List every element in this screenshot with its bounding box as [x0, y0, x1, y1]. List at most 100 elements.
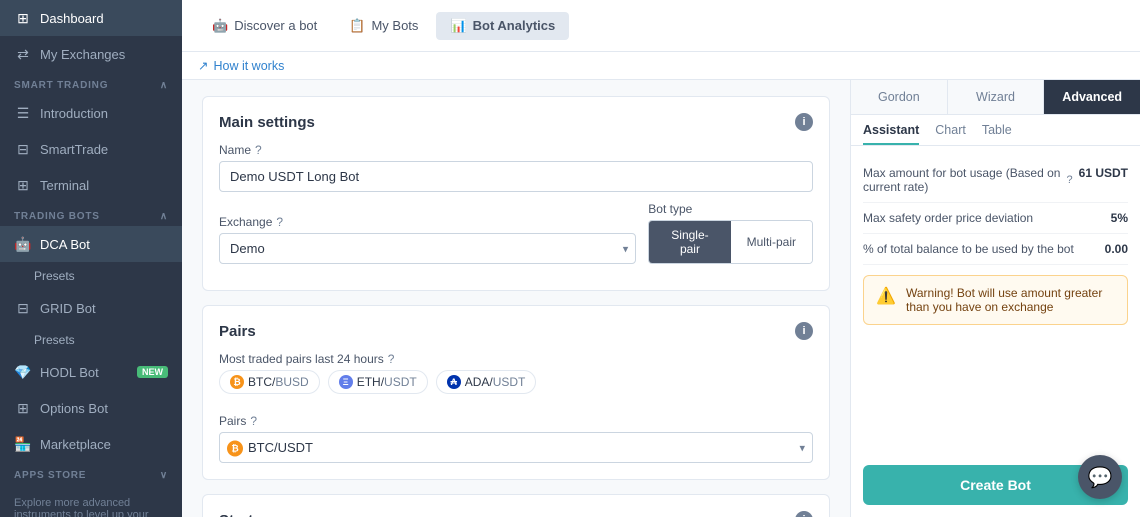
sidebar-item-label: Marketplace	[40, 437, 111, 452]
discover-bot-button[interactable]: 🤖 Discover a bot	[198, 12, 331, 40]
strategy-section-header: Strategy i	[219, 511, 813, 517]
name-field-group: Name ?	[219, 143, 813, 192]
name-help-icon[interactable]: ?	[255, 143, 262, 157]
table-sub-tab[interactable]: Table	[982, 123, 1012, 145]
btc-coin-icon: ₿	[230, 375, 244, 389]
sidebar-item-label: Options Bot	[40, 401, 108, 416]
sidebar-item-dashboard[interactable]: ⊞ Dashboard	[0, 0, 182, 36]
content-area: Main settings i Name ? Exchange ?	[182, 80, 1140, 517]
sidebar-item-label: HODL Bot	[40, 365, 99, 380]
stat-label-2: % of total balance to be used by the bot	[863, 242, 1105, 256]
multi-pair-button[interactable]: Multi-pair	[731, 221, 812, 263]
stat-value-2: 0.00	[1105, 242, 1128, 256]
exchange-select[interactable]: Demo Binance Coinbase	[219, 233, 636, 264]
sidebar-item-options-bot[interactable]: ⊞ Options Bot	[0, 390, 182, 426]
pairs-help-icon[interactable]: ?	[250, 414, 257, 428]
stat-label-0: Max amount for bot usage (Based on curre…	[863, 166, 1079, 194]
exchange-help-icon[interactable]: ?	[276, 215, 283, 229]
main-settings-header: Main settings i	[219, 113, 813, 131]
assistant-sub-tab[interactable]: Assistant	[863, 123, 919, 145]
sidebar-item-terminal[interactable]: ⊞ Terminal	[0, 167, 182, 203]
most-traded-help-icon[interactable]: ?	[388, 352, 395, 366]
main-settings-section: Main settings i Name ? Exchange ?	[202, 96, 830, 291]
sidebar-item-grid-bot[interactable]: ⊟ GRID Bot	[0, 290, 182, 326]
smart-trading-section-header: SMART TRADING ∧	[0, 72, 182, 95]
right-panel-tabs: Gordon Wizard Advanced	[851, 80, 1140, 115]
dca-bot-icon: 🤖	[14, 235, 32, 253]
warning-text: Warning! Bot will use amount greater tha…	[906, 286, 1115, 314]
pairs-select-wrapper: BTC/USDT ETH/USDT ADA/USDT ₿ ▾	[219, 432, 813, 463]
pairs-select-group: Pairs ? BTC/USDT ETH/USDT ADA/USDT ₿ ▾	[219, 414, 813, 463]
how-it-works-link[interactable]: ↗ How it works	[198, 58, 284, 73]
sidebar-item-label: SmartTrade	[40, 142, 108, 157]
sidebar-item-dca-bot[interactable]: 🤖 DCA Bot	[0, 226, 182, 262]
chat-icon: 💬	[1088, 465, 1113, 490]
chart-sub-tab[interactable]: Chart	[935, 123, 966, 145]
sidebar-item-label: Dashboard	[40, 11, 104, 26]
pairs-select[interactable]: BTC/USDT ETH/USDT ADA/USDT	[219, 432, 813, 463]
stat-row-2: % of total balance to be used by the bot…	[863, 234, 1128, 265]
pair-label: ETH/USDT	[357, 375, 417, 389]
ada-coin-icon: ₳	[447, 375, 461, 389]
right-panel: Gordon Wizard Advanced Assistant Chart	[850, 80, 1140, 517]
right-panel-content: Max amount for bot usage (Based on curre…	[851, 146, 1140, 453]
bot-type-group-container: Bot type Single-pair Multi-pair	[648, 202, 813, 264]
sidebar-item-hodl-bot[interactable]: 💎 HODL Bot NEW	[0, 354, 182, 390]
stat-row-1: Max safety order price deviation 5%	[863, 203, 1128, 234]
sidebar-item-dca-presets[interactable]: Presets	[0, 262, 182, 290]
my-bots-button[interactable]: 📋 My Bots	[335, 12, 432, 40]
exchanges-icon: ⇄	[14, 45, 32, 63]
exchange-label: Exchange ?	[219, 215, 636, 229]
sidebar-item-introduction[interactable]: ☰ Introduction	[0, 95, 182, 131]
strategy-section: Strategy i	[202, 494, 830, 517]
smarttrade-icon: ⊟	[14, 140, 32, 158]
pair-chip-ethusdt[interactable]: Ξ ETH/USDT	[328, 370, 428, 394]
sidebar-item-label: Presets	[34, 269, 75, 283]
discover-bot-icon: 🤖	[212, 18, 228, 34]
introduction-icon: ☰	[14, 104, 32, 122]
exchange-field-group: Exchange ? Demo Binance Coinbase ▾	[219, 215, 636, 264]
most-traded-group: Most traded pairs last 24 hours ? ₿ BTC/…	[219, 352, 813, 404]
sidebar: ⊞ Dashboard ⇄ My Exchanges SMART TRADING…	[0, 0, 182, 517]
pair-label: ADA/USDT	[465, 375, 526, 389]
bot-analytics-button[interactable]: 📊 Bot Analytics	[436, 12, 569, 40]
stat-row-0: Max amount for bot usage (Based on curre…	[863, 158, 1128, 203]
my-bots-icon: 📋	[349, 18, 365, 34]
strategy-info-icon[interactable]: i	[795, 511, 813, 517]
exchange-select-wrapper: Demo Binance Coinbase ▾	[219, 233, 636, 264]
pairs-select-label: Pairs ?	[219, 414, 813, 428]
exchange-bottype-row: Exchange ? Demo Binance Coinbase ▾	[219, 202, 813, 264]
marketplace-icon: 🏪	[14, 435, 32, 453]
pair-chip-adausdt[interactable]: ₳ ADA/USDT	[436, 370, 537, 394]
advanced-tab[interactable]: Advanced	[1044, 80, 1140, 114]
options-bot-icon: ⊞	[14, 399, 32, 417]
sidebar-item-label: DCA Bot	[40, 237, 90, 252]
pairs-title: Pairs	[219, 323, 256, 340]
trading-bots-section-header: TRADING BOTS ∧	[0, 203, 182, 226]
terminal-icon: ⊞	[14, 176, 32, 194]
main-content: 🤖 Discover a bot 📋 My Bots 📊 Bot Analyti…	[182, 0, 1140, 517]
wizard-tab[interactable]: Wizard	[948, 80, 1045, 114]
how-it-works-bar: ↗ How it works	[182, 52, 1140, 80]
pairs-info-icon[interactable]: i	[795, 322, 813, 340]
stat-help-icon-0[interactable]: ?	[1067, 174, 1073, 186]
most-traded-label: Most traded pairs last 24 hours ?	[219, 352, 813, 366]
sidebar-item-exchanges[interactable]: ⇄ My Exchanges	[0, 36, 182, 72]
sidebar-item-marketplace[interactable]: 🏪 Marketplace	[0, 426, 182, 462]
top-navigation: 🤖 Discover a bot 📋 My Bots 📊 Bot Analyti…	[182, 0, 1140, 52]
hodl-bot-icon: 💎	[14, 363, 32, 381]
sidebar-item-label: GRID Bot	[40, 301, 96, 316]
chat-bubble-button[interactable]: 💬	[1078, 455, 1122, 499]
pair-chip-btcbusd[interactable]: ₿ BTC/BUSD	[219, 370, 320, 394]
bot-name-input[interactable]	[219, 161, 813, 192]
sidebar-item-smarttrade[interactable]: ⊟ SmartTrade	[0, 131, 182, 167]
gordon-tab[interactable]: Gordon	[851, 80, 948, 114]
apps-store-section-header: Apps Store ∨	[0, 462, 182, 485]
most-traded-pairs: ₿ BTC/BUSD Ξ ETH/USDT ₳ ADA/USDT	[219, 370, 813, 394]
bot-type-toggle: Single-pair Multi-pair	[648, 220, 813, 264]
single-pair-button[interactable]: Single-pair	[649, 221, 730, 263]
sidebar-item-grid-presets[interactable]: Presets	[0, 326, 182, 354]
external-link-icon: ↗	[198, 58, 208, 73]
main-settings-info-icon[interactable]: i	[795, 113, 813, 131]
warning-box: ⚠️ Warning! Bot will use amount greater …	[863, 275, 1128, 325]
